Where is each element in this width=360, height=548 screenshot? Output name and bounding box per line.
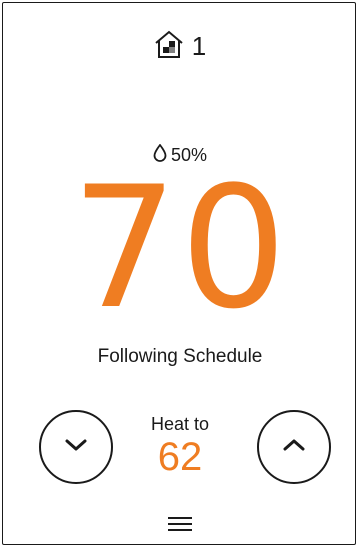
house-zone-icon (154, 29, 184, 64)
zone-indicator[interactable]: 1 (0, 26, 360, 66)
current-temperature: 70 (71, 150, 289, 346)
setpoint-label: Heat to (150, 414, 210, 434)
schedule-status: Following Schedule (97, 346, 263, 367)
setpoint-value: 62 (157, 435, 203, 479)
menu-button[interactable] (160, 514, 200, 538)
chevron-down-icon (63, 437, 89, 458)
increase-temperature-button[interactable] (257, 410, 331, 484)
heat-setpoint: Heat to 62 (130, 413, 230, 479)
menu-icon (166, 516, 194, 537)
decrease-temperature-button[interactable] (39, 410, 113, 484)
chevron-up-icon (281, 437, 307, 458)
zone-number: 1 (191, 31, 207, 61)
